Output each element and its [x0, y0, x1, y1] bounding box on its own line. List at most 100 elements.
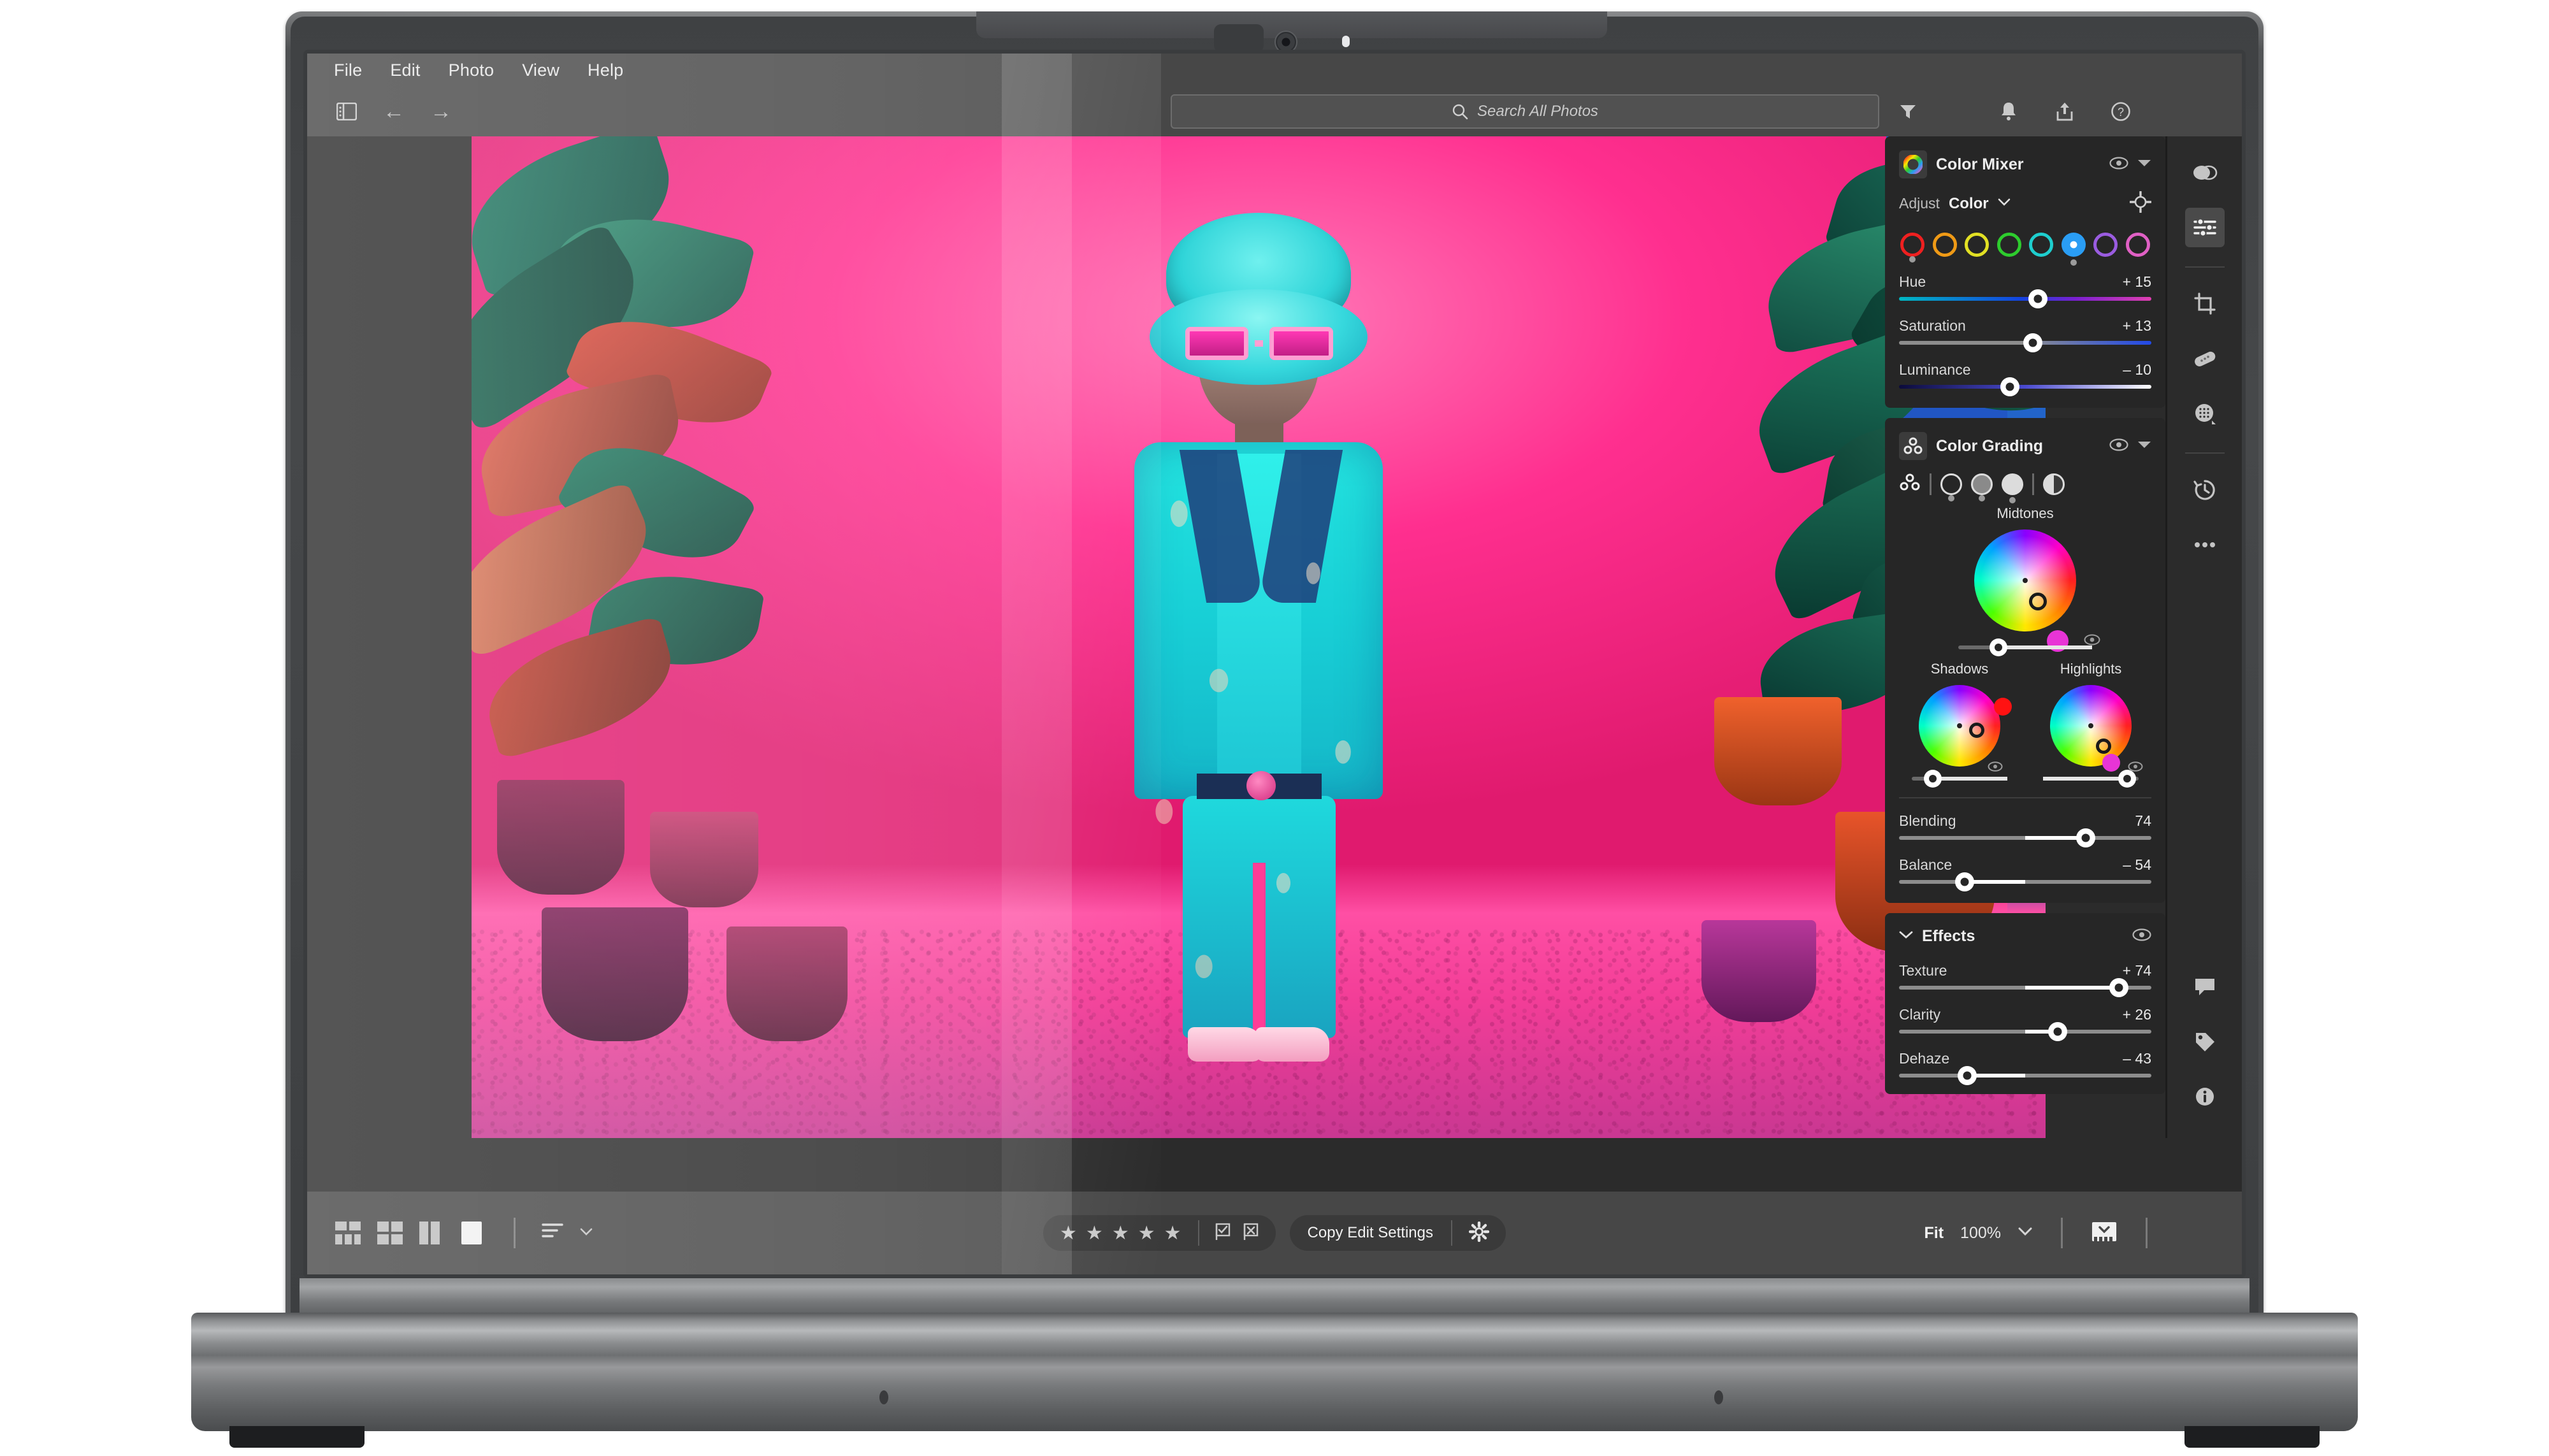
slider-luminance[interactable]: Luminance – 10	[1899, 361, 2151, 396]
mode-highlights-icon[interactable]	[2002, 473, 2023, 503]
filmstrip-toggle-icon[interactable]	[2091, 1221, 2118, 1246]
swatch-orange[interactable]	[1932, 233, 1957, 257]
chevron-down-icon[interactable]	[2137, 159, 2151, 171]
panel-effects: Effects Texture + 74 Clarity + 26 Dehaze…	[1885, 913, 2165, 1094]
slider-balance[interactable]: Balance – 54	[1899, 856, 2151, 891]
crop-rotate-icon[interactable]	[2185, 284, 2225, 324]
mode-global-icon[interactable]	[2043, 473, 2065, 495]
color-wheel-icon[interactable]	[1899, 150, 1927, 178]
wheel-midtones[interactable]: Midtones	[1899, 505, 2151, 656]
chevron-down-icon[interactable]	[1998, 198, 2011, 210]
swatch-yellow[interactable]	[1965, 233, 1989, 257]
eye-icon[interactable]	[2109, 156, 2128, 173]
copy-edit-settings-button[interactable]: Copy Edit Settings	[1290, 1224, 1451, 1242]
slider-clarity[interactable]: Clarity + 26	[1899, 1006, 2151, 1041]
photo-plants-left	[471, 136, 943, 1138]
adjust-label: Adjust	[1899, 195, 1940, 212]
flag-reject-icon[interactable]	[1243, 1222, 1260, 1244]
menu-item-file[interactable]: File	[334, 61, 362, 80]
swatch-red[interactable]	[1900, 233, 1924, 263]
swatch-green[interactable]	[1997, 233, 2021, 257]
chevron-down-icon[interactable]	[2018, 1227, 2033, 1239]
wheel-highlights[interactable]: Highlights	[2030, 661, 2151, 788]
three-circles-icon[interactable]	[1899, 432, 1927, 460]
swatch-magenta[interactable]	[2125, 233, 2150, 257]
chevron-down-icon[interactable]	[1899, 930, 1913, 942]
menu-item-edit[interactable]: Edit	[390, 61, 420, 80]
edit-panels: Color Mixer Adjust Color Hue + 15 Satura…	[1885, 136, 2165, 1138]
star-icon[interactable]: ★	[1086, 1222, 1103, 1244]
square-grid-view-icon[interactable]	[376, 1220, 404, 1246]
menu-item-help[interactable]: Help	[588, 61, 623, 80]
compare-view-icon[interactable]	[418, 1220, 446, 1246]
gear-icon[interactable]	[1452, 1221, 1506, 1245]
toolbar-right-actions: ?	[1996, 87, 2242, 136]
detail-view-icon[interactable]	[460, 1220, 488, 1246]
share-export-icon[interactable]	[2052, 99, 2077, 124]
comments-icon[interactable]	[2185, 967, 2225, 1007]
slider-label: Hue	[1899, 273, 1926, 290]
bell-icon[interactable]	[1996, 99, 2021, 124]
keywords-tag-icon[interactable]	[2185, 1022, 2225, 1062]
grid-view-icon[interactable]	[334, 1220, 362, 1246]
info-icon[interactable]	[2185, 1077, 2225, 1116]
adjust-value[interactable]: Color	[1949, 195, 1989, 213]
star-icon[interactable]: ★	[1138, 1222, 1155, 1244]
slider-label: Clarity	[1899, 1006, 1941, 1023]
more-options-icon[interactable]	[2185, 525, 2225, 565]
slider-label: Luminance	[1899, 361, 1971, 378]
slider-dehaze[interactable]: Dehaze – 43	[1899, 1050, 2151, 1085]
star-icon[interactable]: ★	[1164, 1222, 1181, 1244]
slider-label: Blending	[1899, 812, 1956, 829]
healing-brush-icon[interactable]	[2185, 339, 2225, 378]
eye-icon[interactable]	[1988, 761, 2003, 775]
mode-all-wheels-icon[interactable]	[1899, 473, 1921, 495]
star-rating[interactable]: ★ ★ ★ ★ ★	[1043, 1222, 1198, 1244]
edit-sliders-icon[interactable]	[2184, 208, 2225, 247]
slider-label: Dehaze	[1899, 1050, 1950, 1067]
wheel-color-chip	[2102, 754, 2120, 772]
star-icon[interactable]: ★	[1112, 1222, 1129, 1244]
laptop-base	[191, 1313, 2358, 1431]
copy-edit-settings-group: Copy Edit Settings	[1289, 1215, 1506, 1251]
sort-icon[interactable]	[541, 1222, 565, 1245]
photo-preview[interactable]	[471, 136, 2046, 1138]
menu-item-view[interactable]: View	[522, 61, 560, 80]
slider-texture[interactable]: Texture + 74	[1899, 962, 2151, 997]
masking-icon[interactable]	[2185, 394, 2225, 433]
slider-value: + 15	[2122, 273, 2151, 290]
star-icon[interactable]: ★	[1060, 1222, 1077, 1244]
back-arrow-icon[interactable]: ←	[381, 99, 407, 124]
slider-label: Balance	[1899, 856, 1953, 873]
slider-saturation[interactable]: Saturation + 13	[1899, 317, 2151, 352]
fit-label[interactable]: Fit	[1924, 1224, 1944, 1243]
eye-icon[interactable]	[2109, 438, 2128, 454]
tools-rail	[2165, 136, 2242, 1138]
slider-label: Texture	[1899, 962, 1947, 979]
help-circle-icon[interactable]: ?	[2108, 99, 2134, 124]
sidebar-toggle-icon[interactable]	[334, 99, 359, 124]
filter-funnel-icon[interactable]	[1898, 102, 1917, 124]
wheel-shadows[interactable]: Shadows	[1899, 661, 2020, 788]
targeted-adjustment-icon[interactable]	[2129, 191, 2152, 216]
panel-color-mixer: Color Mixer Adjust Color Hue + 15 Satura…	[1885, 136, 2165, 408]
swatch-aqua[interactable]	[2029, 233, 2054, 257]
slider-value: – 43	[2123, 1050, 2151, 1067]
presets-icon[interactable]	[2185, 153, 2225, 192]
swatch-blue[interactable]	[2061, 233, 2086, 266]
forward-arrow-icon[interactable]: →	[428, 99, 454, 124]
chevron-down-icon[interactable]	[579, 1227, 593, 1239]
slider-hue[interactable]: Hue + 15	[1899, 273, 2151, 308]
menu-item-photo[interactable]: Photo	[449, 61, 495, 80]
eye-icon[interactable]	[2132, 928, 2151, 944]
search-input[interactable]: Search All Photos	[1171, 94, 1879, 129]
mode-midtones-icon[interactable]	[1971, 473, 1993, 501]
swatch-purple[interactable]	[2093, 233, 2118, 257]
zoom-level[interactable]: 100%	[1960, 1224, 2001, 1243]
chevron-down-icon[interactable]	[2137, 440, 2151, 452]
flag-pick-icon[interactable]	[1215, 1222, 1232, 1244]
slider-value: + 74	[2122, 962, 2151, 979]
history-icon[interactable]	[2185, 470, 2225, 510]
mode-shadows-icon[interactable]	[1940, 473, 1962, 501]
slider-blending[interactable]: Blending 74	[1899, 812, 2151, 847]
